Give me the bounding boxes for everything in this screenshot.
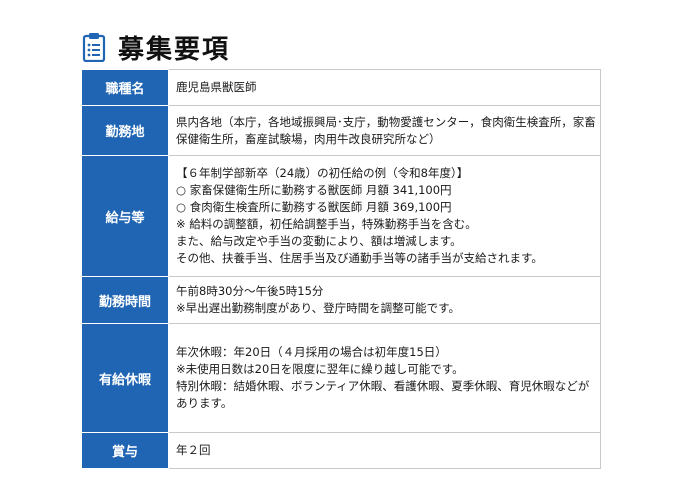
value-line: ○ 食肉衛生検査所に勤務する獣医師 月額 369,100円 — [176, 200, 452, 214]
recruitment-table: 職種名 鹿児島県獣医師 勤務地 県内各地（本庁，各地域振興局･支庁，動物愛護セン… — [81, 69, 601, 469]
row-label: 給与等 — [81, 155, 169, 277]
page-header: 募集要項 — [82, 30, 231, 65]
table-row-working-hours: 勤務時間 午前8時30分～午後5時15分 ※早出遅出勤務制度があり、登庁時間を調… — [81, 276, 601, 324]
table-row-job-title: 職種名 鹿児島県獣医師 — [81, 69, 601, 106]
value-line: 鹿児島県獣医師 — [176, 80, 257, 94]
value-line: 年次休暇：年20日（４月採用の場合は初年度15日） — [176, 345, 447, 359]
row-value: 県内各地（本庁，各地域振興局･支庁，動物愛護センター，食肉衛生検査所，家畜保健衛… — [168, 105, 601, 156]
value-line: その他、扶養手当、住居手当及び通勤手当等の諸手当が支給されます。 — [176, 251, 543, 265]
row-value: 午前8時30分～午後5時15分 ※早出遅出勤務制度があり、登庁時間を調整可能です… — [168, 276, 601, 324]
row-label: 賞与 — [81, 432, 169, 469]
row-label: 勤務地 — [81, 105, 169, 156]
row-value: 鹿児島県獣医師 — [168, 69, 601, 106]
table-row-workplace: 勤務地 県内各地（本庁，各地域振興局･支庁，動物愛護センター，食肉衛生検査所，家… — [81, 105, 601, 156]
row-label: 有給休暇 — [81, 323, 169, 433]
value-line: 特別休暇：結婚休暇、ボランティア休暇、看護休暇、夏季休暇、育児休暇などがあります… — [176, 379, 590, 410]
clipboard-list-icon — [82, 33, 106, 62]
value-line: 【６年制学部新卒（24歳）の初任給の例（令和8年度）】 — [176, 166, 469, 180]
value-line: ※ 給料の調整額，初任給調整手当，特殊勤務手当を含む。 — [176, 217, 477, 231]
row-value: 年２回 — [168, 432, 601, 469]
table-row-bonus: 賞与 年２回 — [81, 432, 601, 469]
value-line: 県内各地（本庁，各地域振興局･支庁，動物愛護センター，食肉衛生検査所，家畜保健衛… — [176, 114, 596, 146]
row-label: 職種名 — [81, 69, 169, 106]
value-line: また、給与改定や手当の変動により、額は増減します。 — [176, 234, 462, 248]
row-value: 【６年制学部新卒（24歳）の初任給の例（令和8年度）】 ○ 家畜保健衛生所に勤務… — [168, 155, 601, 277]
value-line: ※早出遅出勤務制度があり、登庁時間を調整可能です。 — [176, 301, 461, 315]
value-line: ○ 家畜保健衛生所に勤務する獣医師 月額 341,100円 — [176, 183, 452, 197]
table-row-paid-leave: 有給休暇 年次休暇：年20日（４月採用の場合は初年度15日） ※未使用日数は20… — [81, 323, 601, 433]
value-line: 年２回 — [176, 443, 211, 457]
page-title: 募集要項 — [118, 34, 231, 65]
table-row-salary: 給与等 【６年制学部新卒（24歳）の初任給の例（令和8年度）】 ○ 家畜保健衛生… — [81, 155, 601, 277]
row-value: 年次休暇：年20日（４月採用の場合は初年度15日） ※未使用日数は20日を限度に… — [168, 323, 601, 433]
value-line: 午前8時30分～午後5時15分 — [176, 284, 324, 298]
value-line: ※未使用日数は20日を限度に翌年に繰り越し可能です。 — [176, 362, 464, 376]
row-label: 勤務時間 — [81, 276, 169, 324]
